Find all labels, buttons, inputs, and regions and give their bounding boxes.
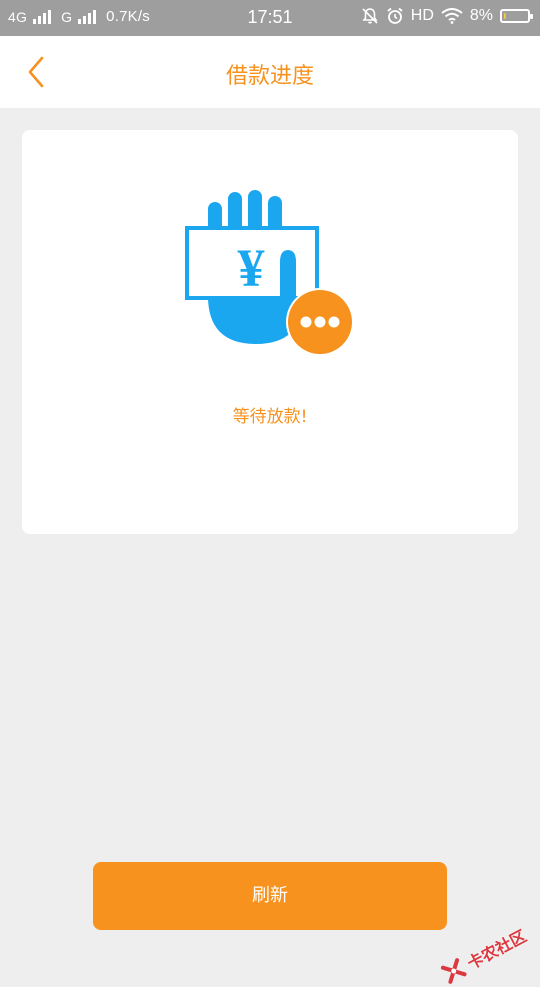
page-title: 借款进度 <box>225 64 314 89</box>
battery-percent: 8% <box>469 7 493 24</box>
status-right: HD 8% <box>361 7 533 25</box>
wifi-icon <box>441 8 463 24</box>
alarm-icon <box>387 7 403 24</box>
nav-bar: 借款进度 <box>0 36 540 108</box>
watermark: 卡农社区 <box>437 923 530 987</box>
currency-symbol: ¥ <box>238 238 265 298</box>
battery-icon <box>500 9 533 23</box>
watermark-text: 卡农社区 <box>464 926 530 974</box>
hd-label: HD <box>410 7 434 24</box>
status-bar: 4G G 0.7K/s 17:51 HD 8% <box>0 0 540 36</box>
loan-status-card: ¥ 等待放款! <box>22 130 518 534</box>
bell-off-icon <box>362 8 378 24</box>
refresh-button[interactable]: 刷新 <box>93 862 447 930</box>
loan-status-text: 等待放款! <box>232 407 308 427</box>
hand-money-pending-icon: ¥ <box>185 190 354 356</box>
battery-fill <box>504 13 506 19</box>
